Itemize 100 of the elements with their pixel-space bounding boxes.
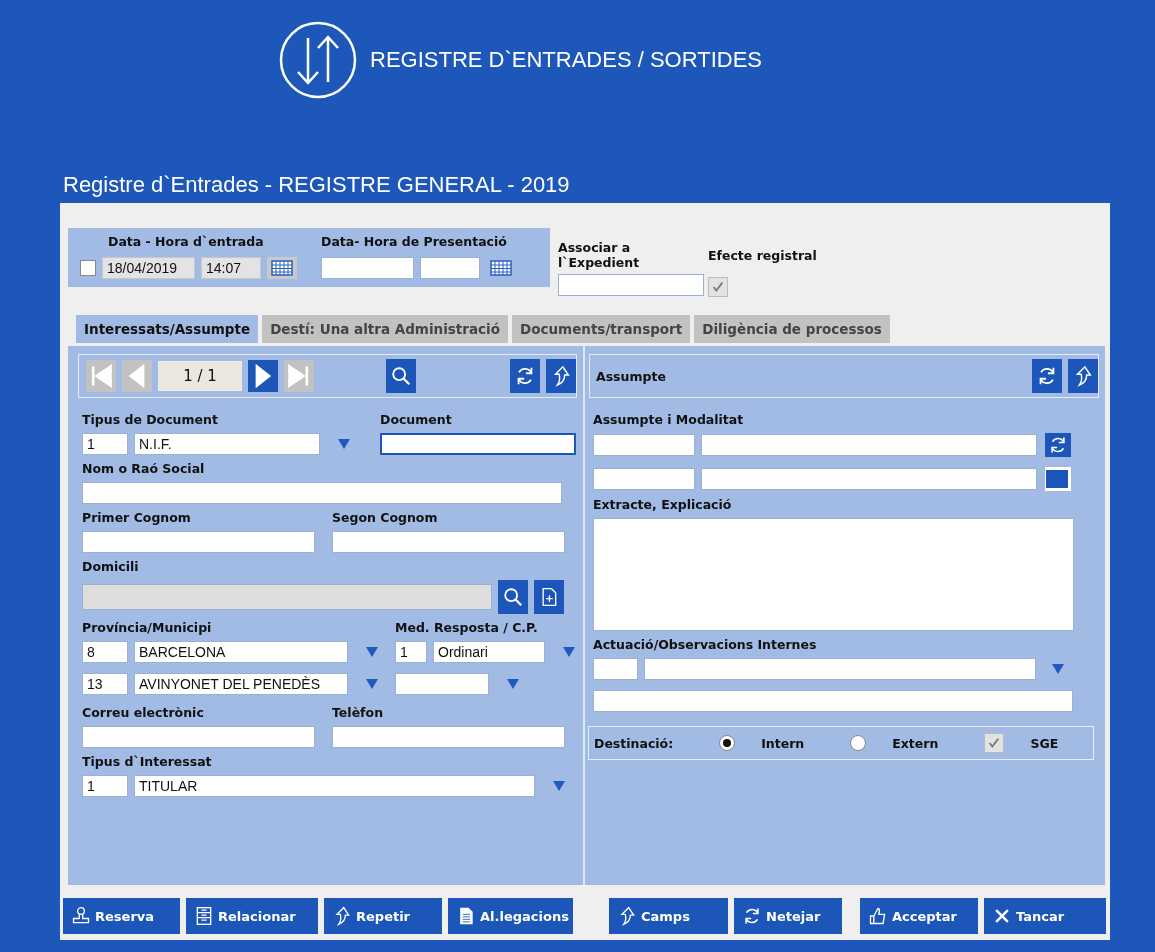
action-button[interactable]: Al.legacions: [448, 898, 573, 934]
tab[interactable]: Diligència de processos: [694, 315, 890, 343]
action-button[interactable]: Tancar: [984, 898, 1106, 934]
dropdown-arrow-icon[interactable]: [553, 781, 565, 791]
modality-field[interactable]: [701, 468, 1037, 490]
action-button[interactable]: Netejar: [734, 898, 842, 934]
field-label: Associar a l`Expedient: [558, 240, 641, 270]
radio-label: Extern: [892, 735, 939, 751]
select-field[interactable]: [644, 658, 1036, 680]
email-field[interactable]: [82, 726, 315, 748]
surname-field[interactable]: [82, 531, 315, 553]
next-button[interactable]: [248, 360, 278, 392]
search-button[interactable]: [498, 580, 528, 614]
name-field[interactable]: [82, 482, 562, 504]
checkbox[interactable]: [708, 277, 728, 297]
surname-field[interactable]: [332, 531, 565, 553]
field-label: Domicili: [82, 559, 140, 574]
phone-field[interactable]: [332, 726, 565, 748]
date-field[interactable]: 18/04/2019: [102, 257, 195, 279]
field-label: Tipus d`Interessat: [82, 754, 213, 769]
checkbox[interactable]: [984, 733, 1005, 753]
calendar-icon: [490, 260, 512, 276]
time-field[interactable]: 14:07: [201, 257, 261, 279]
calendar-icon: [271, 260, 293, 276]
field-label: Efecte registral: [708, 248, 817, 263]
select-field[interactable]: TITULAR: [134, 775, 535, 797]
arrow-up-button[interactable]: [1068, 359, 1098, 393]
code-field[interactable]: 1: [82, 433, 128, 455]
field-label: Actuació/Observacions Internes: [593, 637, 818, 652]
dropdown-arrow-icon[interactable]: [366, 647, 378, 657]
search-icon: [390, 365, 412, 387]
code-field[interactable]: 1: [82, 775, 128, 797]
field-label: Telèfon: [332, 705, 385, 720]
field-label: Destinació:: [594, 735, 674, 751]
add-document-button[interactable]: [534, 580, 564, 614]
radio-label: Intern: [761, 735, 805, 751]
refresh-button[interactable]: [510, 359, 540, 393]
dropdown-arrow-icon[interactable]: [338, 439, 350, 449]
app-title: REGISTRE D`ENTRADES / SORTIDES: [370, 47, 762, 73]
action-button[interactable]: Relacionar: [186, 898, 318, 934]
field-label: Primer Cognom: [82, 510, 192, 525]
calendar-button[interactable]: [267, 257, 297, 279]
field-label: Extracte, Explicació: [593, 497, 733, 512]
field-label: Tipus de Document: [82, 412, 219, 427]
field-label: Data- Hora de Presentació: [321, 234, 508, 249]
code-field[interactable]: [593, 434, 695, 456]
date-field[interactable]: [321, 257, 414, 279]
code-field[interactable]: [593, 468, 695, 490]
stamp-icon: [71, 906, 91, 926]
code-field[interactable]: 13: [82, 673, 128, 695]
radio-button[interactable]: [850, 735, 867, 751]
check-icon: [711, 280, 725, 294]
subject-field[interactable]: [701, 434, 1037, 456]
search-icon: [502, 586, 524, 608]
field-label: Segon Cognom: [332, 510, 439, 525]
checkbox-label: SGE: [1030, 735, 1059, 751]
refresh-button[interactable]: [1032, 359, 1062, 393]
select-field[interactable]: AVINYONET DEL PENEDÈS: [134, 673, 348, 695]
tab[interactable]: Interessats/Assumpte: [76, 315, 259, 343]
refresh-icon: [742, 906, 762, 926]
select-field[interactable]: N.I.F.: [134, 433, 320, 455]
action-button[interactable]: Reserva: [63, 898, 180, 934]
field-label: Data - Hora d`entrada: [108, 234, 265, 249]
field-label: Província/Municipi: [82, 620, 213, 635]
dropdown-arrow-icon[interactable]: [1052, 664, 1064, 674]
arrow-up-button[interactable]: [546, 359, 576, 393]
select-field[interactable]: Ordinari: [433, 641, 545, 663]
field-label: Document: [380, 412, 453, 427]
code-field[interactable]: 8: [82, 641, 128, 663]
dropdown-arrow-icon[interactable]: [507, 679, 519, 689]
tab[interactable]: Documents/transport: [511, 315, 691, 343]
time-field[interactable]: [420, 257, 480, 279]
field-label: Assumpte i Modalitat: [593, 412, 745, 427]
search-button[interactable]: [386, 359, 416, 393]
observations-field[interactable]: [593, 690, 1073, 712]
form-title: Registre d`Entrades - REGISTRE GENERAL - 2019: [63, 172, 571, 199]
action-button[interactable]: Camps: [609, 898, 728, 934]
action-button[interactable]: Repetir: [324, 898, 442, 934]
select-field[interactable]: BARCELONA: [134, 641, 348, 663]
book-button[interactable]: [1045, 467, 1071, 491]
up-down-arrows-icon: [278, 20, 358, 100]
refresh-button[interactable]: [1045, 433, 1071, 457]
dropdown-arrow-icon[interactable]: [563, 647, 575, 657]
checkbox[interactable]: [80, 260, 96, 276]
code-field[interactable]: [593, 658, 638, 680]
tab[interactable]: Destí: Una altra Administració: [262, 315, 508, 343]
dropdown-arrow-icon[interactable]: [366, 679, 378, 689]
postal-code-field[interactable]: [395, 673, 489, 695]
field-label: Nom o Raó Social: [82, 461, 206, 476]
text-area[interactable]: [593, 518, 1074, 631]
expedient-field[interactable]: [558, 274, 704, 296]
refresh-icon: [1048, 435, 1068, 455]
radio-button[interactable]: [719, 735, 736, 751]
action-button[interactable]: Acceptar: [860, 898, 978, 934]
check-icon: [987, 736, 1002, 750]
document-field[interactable]: [380, 433, 576, 455]
field-label: Correu electrònic: [82, 705, 205, 720]
list-icon: [194, 906, 214, 926]
code-field[interactable]: 1: [395, 641, 427, 663]
section-title: Assumpte: [596, 368, 666, 384]
